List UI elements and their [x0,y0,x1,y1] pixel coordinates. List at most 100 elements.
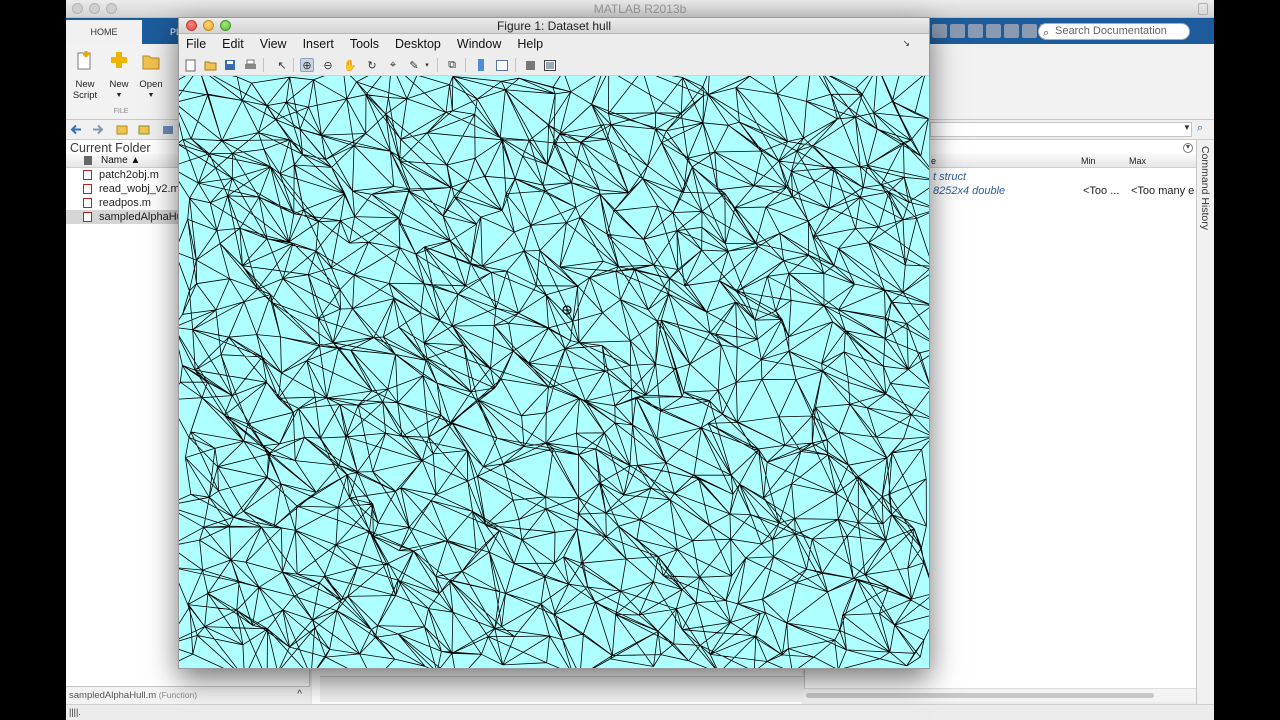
file-name: read_wobj_v2.m [99,183,180,195]
undo-icon[interactable] [1004,24,1019,38]
open-button[interactable]: Open ▼ [134,50,168,101]
workspace-options-icon[interactable]: ▼ [1183,143,1193,153]
scrollbar-thumb[interactable] [806,693,1154,698]
menu-edit[interactable]: Edit [222,37,244,51]
maximize-icon[interactable] [220,20,231,31]
min-column-header[interactable]: Min [1081,154,1096,168]
minimize-icon[interactable] [203,20,214,31]
open-file-icon[interactable] [203,58,217,72]
pan-hand-icon[interactable]: ✋ [343,58,357,72]
window-zoom-icon[interactable] [1198,3,1208,15]
file-name: patch2obj.m [99,169,159,181]
new-dropdown-icon: ▼ [115,92,123,99]
folder-icon[interactable] [162,124,174,135]
name-column-header[interactable]: Name ▲ [101,154,140,168]
variable-min: <Too ... [1083,185,1120,197]
command-history-label: Command History [1199,146,1211,231]
command-window-scrollbar[interactable] [320,676,804,702]
alpha-hull-mesh-plot [179,76,929,668]
path-search-icon[interactable]: ⌕ [1197,122,1203,135]
menu-help[interactable]: Help [517,37,543,51]
zoom-in-icon[interactable]: ⊕ [300,58,314,72]
zoom-out-icon[interactable]: ⊖ [321,58,335,72]
tab-home[interactable]: HOME [66,20,142,44]
new-icon [111,52,127,68]
new-script-button[interactable]: New Script [68,50,102,101]
data-cursor-icon[interactable]: ⌖ [386,58,400,72]
m-file-icon [83,170,92,180]
figure-window: Figure 1: Dataset hull File Edit View In… [178,17,930,669]
browse-folder-icon[interactable] [138,124,150,135]
menu-insert[interactable]: Insert [303,37,334,51]
figure-menu-bar: File Edit View Insert Tools Desktop Wind… [179,34,929,54]
figure-toolbar: ↖ ⊕ ⊖ ✋ ↻ ⌖ ✎ ▾ ⧉ [179,54,929,76]
menu-view[interactable]: View [260,37,287,51]
m-file-icon [83,184,92,194]
inactive-window-controls[interactable] [72,3,117,14]
edit-plot-arrow-icon[interactable]: ↖ [275,58,289,72]
paste-icon[interactable] [986,24,1001,38]
toolbar-separator [515,58,516,72]
m-file-icon [83,198,92,208]
new-button[interactable]: New ▼ [102,50,136,101]
figure-axes-canvas[interactable] [179,76,929,668]
path-dropdown-icon[interactable]: ▼ [1183,123,1191,132]
open-dropdown-icon: ▼ [147,92,155,99]
current-folder-path-field[interactable] [930,122,1192,137]
details-expand-icon[interactable]: ^ [297,687,302,703]
command-history-collapsed-tab[interactable]: Command History [1196,140,1214,704]
search-documentation-input[interactable]: ⌕ Search Documentation [1038,23,1190,40]
new-script-icon [77,51,91,70]
save-icon[interactable] [932,24,947,38]
toolbar-separator [437,58,438,72]
back-arrow-icon[interactable] [70,124,82,135]
value-column-header[interactable]: e [931,154,936,168]
cut-icon[interactable] [950,24,965,38]
screen: MATLAB R2013b HOME PL ⌕ Search Documenta… [0,0,1280,720]
search-placeholder: Search Documentation [1055,25,1167,37]
workspace-horizontal-scrollbar[interactable] [804,688,1196,702]
link-plot-icon[interactable]: ⧉ [445,58,459,72]
window-controls [186,20,231,31]
brush-dropdown-icon[interactable]: ▾ [423,58,431,72]
copy-icon[interactable] [968,24,983,38]
details-file-name: sampledAlphaHull.m [69,690,157,701]
file-details-bar[interactable]: sampledAlphaHull.m (Function) ^ [66,686,310,704]
toolbar-separator [293,58,294,72]
details-file-type: (Function) [158,690,198,700]
m-file-icon [83,212,92,222]
legend-icon[interactable] [495,58,509,72]
new-figure-icon[interactable] [183,58,197,72]
menu-file[interactable]: File [186,37,206,51]
figure-title: Figure 1: Dataset hull [496,19,612,33]
colorbar-icon[interactable] [474,58,488,72]
menu-desktop[interactable]: Desktop [395,37,441,51]
open-label: Open [139,79,163,90]
save-figure-icon[interactable] [223,58,237,72]
main-window-title: MATLAB R2013b [593,2,687,16]
main-window-title-bar: MATLAB R2013b [66,0,1214,18]
variable-value: 8252x4 double [933,185,1006,197]
brush-icon[interactable]: ✎ [407,58,421,72]
dock-figure-icon[interactable]: ↘ [902,38,910,49]
file-type-column-icon [84,156,92,165]
menu-tools[interactable]: Tools [350,37,379,51]
ribbon-group-file-label: FILE [113,108,129,115]
hide-plot-tools-icon[interactable] [523,58,537,72]
toolbar-separator [263,58,264,72]
variable-value: t struct [933,171,967,183]
redo-icon[interactable] [1022,24,1037,38]
file-name: readpos.m [99,197,151,209]
rotate-3d-icon[interactable]: ↻ [365,58,379,72]
close-icon[interactable] [186,20,197,31]
menu-window[interactable]: Window [457,37,501,51]
new-script-label: New Script [72,79,98,101]
show-plot-tools-icon[interactable] [543,58,557,72]
forward-arrow-icon[interactable] [92,124,104,135]
figure-title-bar[interactable]: Figure 1: Dataset hull [179,18,929,34]
max-column-header[interactable]: Max [1129,154,1146,168]
mesh-edges [179,76,929,668]
print-figure-icon[interactable] [243,58,257,72]
up-folder-icon[interactable] [116,124,128,135]
toolbar-separator [465,58,466,72]
